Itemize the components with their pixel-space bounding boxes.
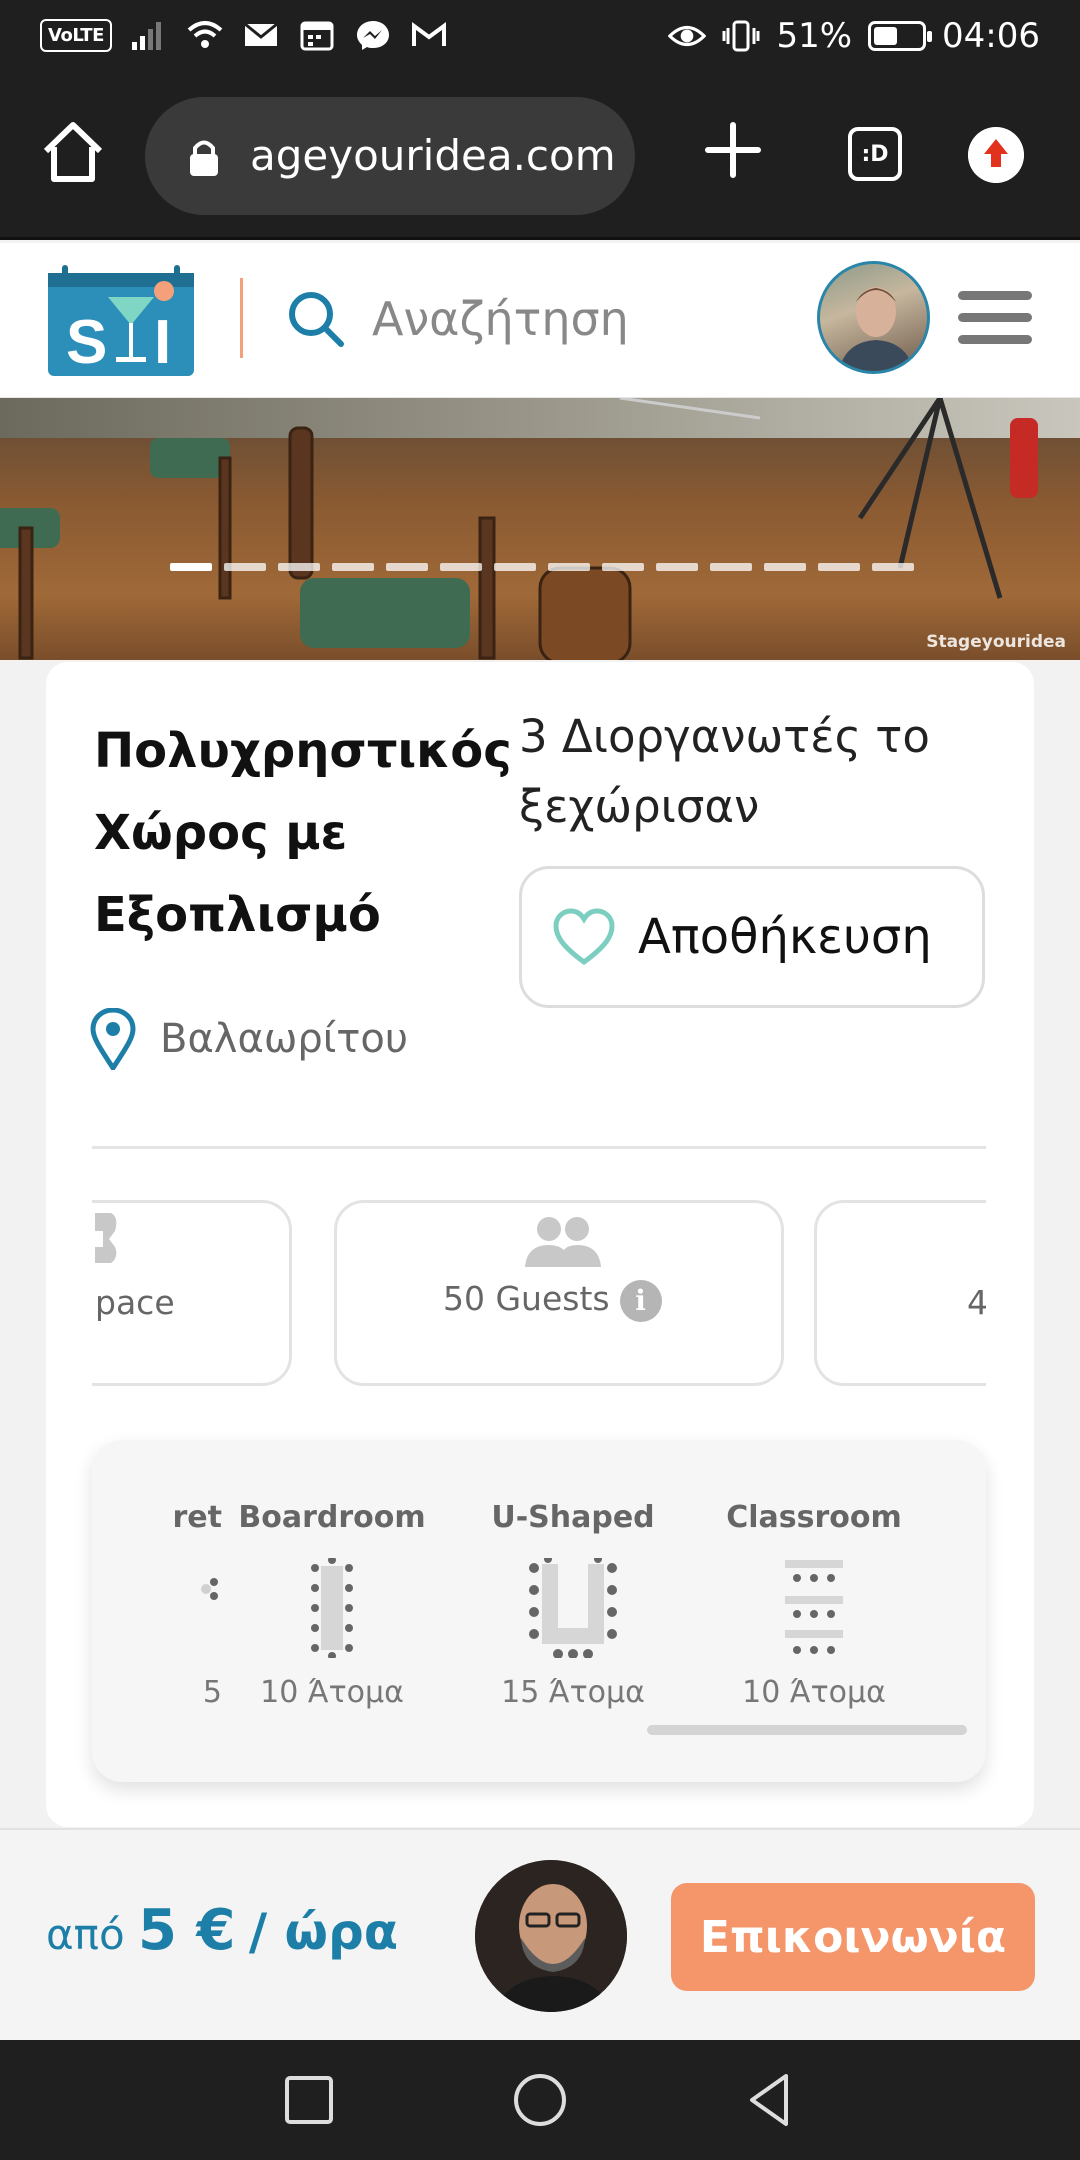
layout-u-shaped[interactable]: U-Shaped 15 Άτομα — [473, 1440, 673, 1740]
save-button[interactable]: Αποθήκευση — [519, 866, 985, 1008]
signal-icon — [131, 22, 161, 50]
u-shaped-icon — [529, 1558, 617, 1658]
battery-icon — [868, 21, 933, 51]
carousel-dot[interactable] — [602, 563, 644, 571]
status-bar: VoLTE 51% 04:06 — [0, 0, 1080, 75]
eye-icon — [668, 25, 707, 47]
organizers-count: 3 Διοργανωτές το ξεχώρισαν — [519, 710, 930, 833]
carousel-dot[interactable] — [710, 563, 752, 571]
booking-bar: από 5 € / ώρα Επικοινωνία — [0, 1828, 1080, 2040]
carousel-dot[interactable] — [872, 563, 914, 571]
layout-name: Classroom — [726, 1500, 902, 1535]
carousel-dot[interactable] — [170, 563, 212, 571]
svg-text:I: I — [154, 308, 171, 377]
carousel-dot[interactable] — [764, 563, 806, 571]
update-icon[interactable] — [968, 127, 1024, 183]
contact-button[interactable]: Επικοινωνία — [671, 1883, 1035, 1991]
svg-text:S: S — [66, 308, 107, 377]
back-icon[interactable] — [738, 2068, 802, 2132]
feature-chip-guests[interactable]: 50 Guests i — [334, 1200, 784, 1386]
carousel-dot[interactable] — [656, 563, 698, 571]
save-label: Αποθήκευση — [638, 909, 932, 965]
layout-capacity: 15 Άτομα — [501, 1675, 645, 1710]
guests-text: 50 Guests i — [443, 1279, 662, 1322]
layout-boardroom[interactable]: Boardroom 10 Άτομα — [232, 1440, 432, 1740]
search-input[interactable] — [372, 281, 792, 357]
vibrate-icon — [722, 20, 760, 52]
new-tab-icon[interactable] — [700, 117, 766, 183]
heart-icon — [553, 908, 615, 966]
layout-name: Boardroom — [238, 1500, 426, 1535]
feature-chips[interactable]: pace 50 Guests i 4 — [92, 1200, 986, 1386]
guests-label: 50 Guests — [443, 1279, 610, 1318]
carousel-indicators — [170, 563, 914, 571]
layout-classroom[interactable]: Classroom 10 Άτομα — [714, 1440, 914, 1740]
browser-toolbar: ageyouridea.com :D — [0, 75, 1080, 240]
venue-photo — [0, 398, 1038, 660]
location-label: Βαλαωρίτου — [160, 1016, 408, 1062]
photo-watermark: Stageyouridea — [926, 632, 1066, 652]
header-divider — [240, 278, 243, 358]
space-icon — [95, 1213, 117, 1263]
system-nav-bar — [0, 2040, 1080, 2160]
section-divider — [92, 1146, 986, 1149]
carousel-dot[interactable] — [818, 563, 860, 571]
site-header: S I — [0, 243, 1080, 398]
layout-cabaret[interactable]: ret 5 — [92, 1440, 222, 1740]
hamburger-menu-icon[interactable] — [958, 291, 1032, 349]
seating-layouts[interactable]: ret 5 Boardroom 10 Άτομα U-Shaped 15 Άτο… — [92, 1440, 986, 1782]
feature-chip-next[interactable]: 4 — [814, 1200, 986, 1386]
carousel-dot[interactable] — [440, 563, 482, 571]
price-prefix: από — [46, 1910, 125, 1959]
home-icon[interactable] — [38, 117, 108, 187]
listing-title: Πολυχρηστικός Χώρος με Εξοπλισμό — [94, 723, 512, 943]
feature-label: 4 — [967, 1283, 986, 1322]
carousel-dot[interactable] — [332, 563, 374, 571]
host-avatar[interactable] — [475, 1860, 627, 2012]
battery-percent: 51% — [776, 16, 853, 56]
price-unit: / ώρα — [248, 1903, 399, 1961]
map-pin-icon — [90, 1008, 136, 1070]
carousel-dot[interactable] — [278, 563, 320, 571]
info-icon[interactable]: i — [619, 1279, 662, 1322]
mail-icon — [243, 22, 278, 46]
venue-photo-carousel[interactable]: Stageyouridea — [0, 398, 1080, 660]
messenger-icon — [356, 21, 389, 50]
layout-name: U-Shaped — [491, 1500, 655, 1535]
volte-icon: VoLTE — [40, 18, 112, 52]
layout-capacity: 10 Άτομα — [260, 1675, 404, 1710]
clock: 04:06 — [942, 16, 1040, 56]
feature-chip-space[interactable]: pace — [92, 1200, 292, 1386]
site-logo[interactable]: S I — [46, 263, 196, 378]
price: από 5 € / ώρα — [46, 1898, 398, 1963]
wifi-icon — [187, 21, 223, 48]
feature-label: pace — [95, 1283, 175, 1322]
calendar-icon — [300, 21, 334, 51]
carousel-dot[interactable] — [548, 563, 590, 571]
home-nav-icon[interactable] — [508, 2068, 572, 2132]
carousel-dot[interactable] — [386, 563, 428, 571]
guests-icon — [525, 1217, 601, 1267]
user-avatar[interactable] — [817, 261, 930, 374]
lock-icon — [190, 140, 218, 176]
boardroom-icon — [311, 1558, 353, 1658]
layout-capacity: 10 Άτομα — [742, 1675, 886, 1710]
listing-card: Πολυχρηστικός Χώρος με Εξοπλισμό 3 Διοργ… — [46, 662, 1034, 1827]
carousel-dot[interactable] — [494, 563, 536, 571]
layout-capacity: 5 — [202, 1675, 222, 1710]
gmail-icon — [411, 22, 446, 46]
price-amount: 5 € — [138, 1898, 236, 1963]
recent-apps-icon[interactable] — [277, 2068, 341, 2132]
search-icon[interactable] — [285, 288, 347, 350]
layouts-scrollbar[interactable] — [647, 1725, 967, 1735]
classroom-icon — [785, 1560, 843, 1654]
address-bar[interactable]: ageyouridea.com — [145, 97, 635, 215]
url-text: ageyouridea.com — [250, 131, 616, 180]
layout-name: ret — [172, 1500, 222, 1535]
location[interactable]: Βαλαωρίτου — [90, 1008, 408, 1070]
carousel-dot[interactable] — [224, 563, 266, 571]
tab-switcher-button[interactable]: :D — [848, 127, 902, 181]
